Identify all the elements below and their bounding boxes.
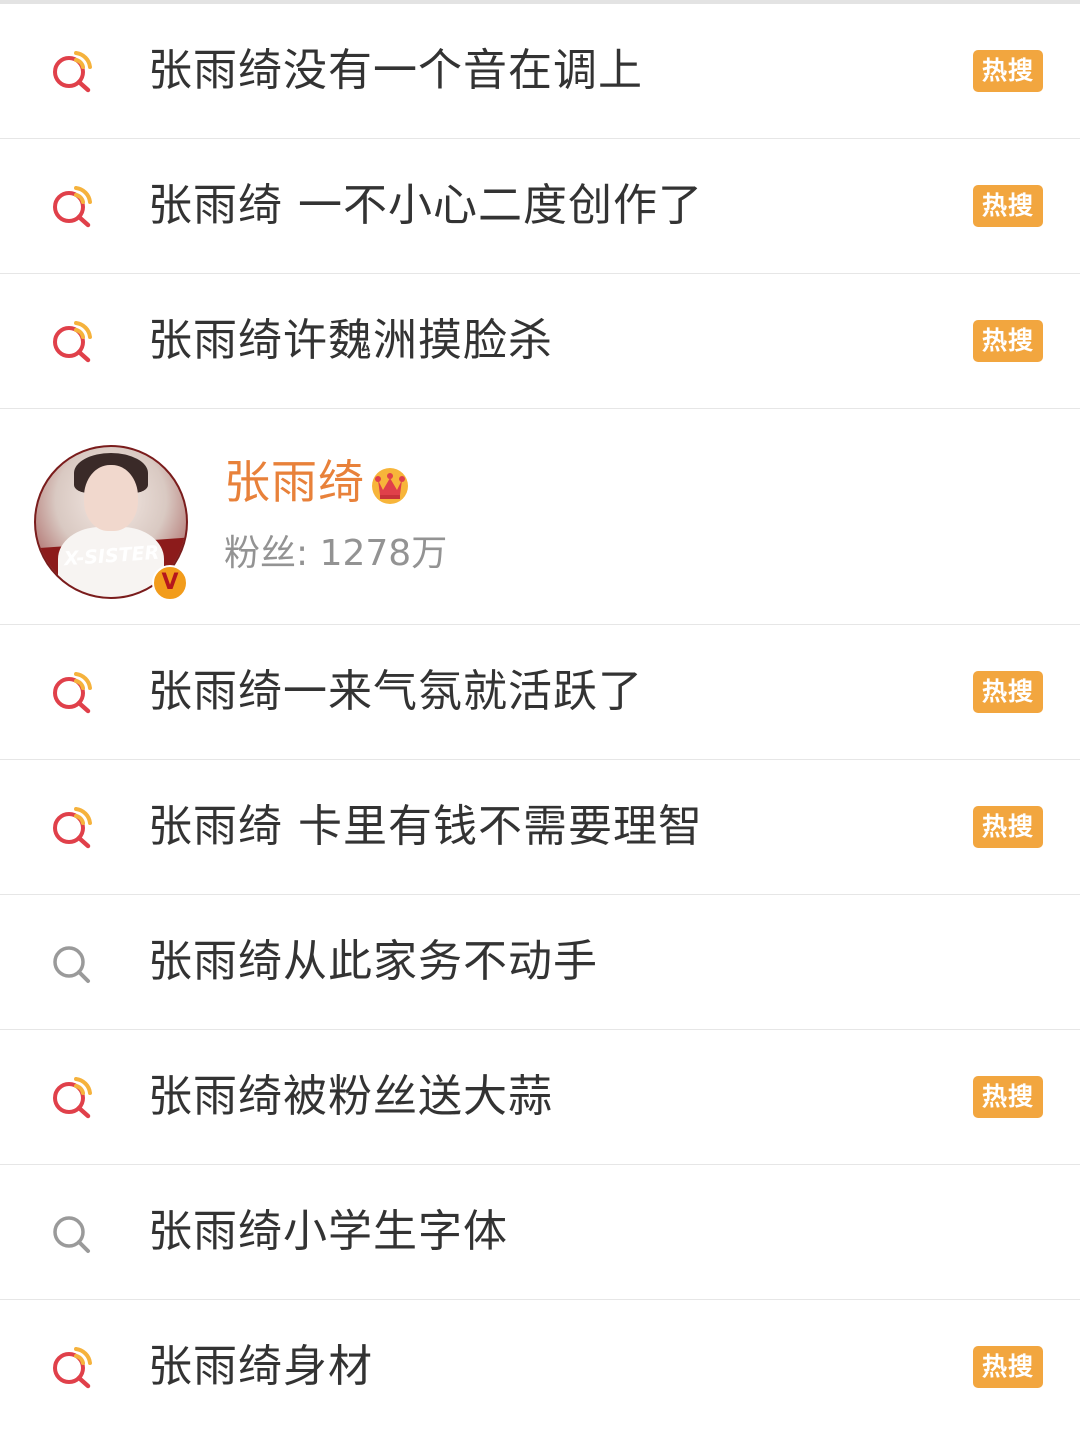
hot-badge: 热搜 bbox=[973, 671, 1043, 713]
crown-icon bbox=[369, 464, 411, 506]
suggestion-text: 张雨绮小学生字体 bbox=[148, 1206, 508, 1257]
suggestion-text: 张雨绮从此家务不动手 bbox=[148, 936, 598, 987]
hot-badge: 热搜 bbox=[973, 806, 1043, 848]
avatar[interactable]: X-SISTER V bbox=[34, 445, 188, 601]
hot-search-icon bbox=[50, 319, 94, 363]
hot-search-icon bbox=[50, 670, 94, 714]
suggestion-row[interactable]: 张雨绮 一不小心二度创作了 热搜 bbox=[0, 139, 1080, 274]
suggestion-row[interactable]: 张雨绮 卡里有钱不需要理智 热搜 bbox=[0, 760, 1080, 895]
suggestion-row[interactable]: 张雨绮许魏洲摸脸杀 热搜 bbox=[0, 274, 1080, 409]
suggestion-text: 张雨绮没有一个音在调上 bbox=[148, 45, 643, 96]
hot-search-icon bbox=[50, 1345, 94, 1389]
search-icon bbox=[50, 940, 94, 984]
avatar-face bbox=[84, 465, 138, 531]
fans-count: 粉丝: 1278万 bbox=[224, 533, 448, 574]
search-icon bbox=[50, 1210, 94, 1254]
hot-badge: 热搜 bbox=[973, 50, 1043, 92]
suggestion-row[interactable]: 张雨绮身材 热搜 bbox=[0, 1300, 1080, 1434]
user-card[interactable]: X-SISTER V 张雨绮 粉丝: 1278万 bbox=[0, 409, 1080, 625]
suggestion-row[interactable]: 张雨绮没有一个音在调上 热搜 bbox=[0, 4, 1080, 139]
hot-badge: 热搜 bbox=[973, 185, 1043, 227]
suggestion-text: 张雨绮 一不小心二度创作了 bbox=[148, 180, 703, 231]
search-suggestion-list: 张雨绮没有一个音在调上 热搜 张雨绮 一不小心二度创作了 热搜 张雨绮许魏洲摸脸… bbox=[0, 4, 1080, 1434]
hot-badge: 热搜 bbox=[973, 1346, 1043, 1388]
hot-search-icon bbox=[50, 49, 94, 93]
hot-search-icon bbox=[50, 184, 94, 228]
suggestion-text: 张雨绮身材 bbox=[148, 1341, 373, 1392]
verified-icon: V bbox=[152, 565, 188, 601]
suggestion-text: 张雨绮一来气氛就活跃了 bbox=[148, 666, 643, 717]
user-name[interactable]: 张雨绮 bbox=[224, 453, 365, 511]
suggestion-row[interactable]: 张雨绮小学生字体 bbox=[0, 1165, 1080, 1300]
hot-badge: 热搜 bbox=[973, 320, 1043, 362]
suggestion-row[interactable]: 张雨绮从此家务不动手 bbox=[0, 895, 1080, 1030]
hot-badge: 热搜 bbox=[973, 1076, 1043, 1118]
hot-search-icon bbox=[50, 805, 94, 849]
suggestion-text: 张雨绮被粉丝送大蒜 bbox=[148, 1071, 553, 1122]
suggestion-text: 张雨绮 卡里有钱不需要理智 bbox=[148, 801, 703, 852]
user-name-line: 张雨绮 bbox=[224, 453, 411, 511]
hot-search-icon bbox=[50, 1075, 94, 1119]
suggestion-row[interactable]: 张雨绮一来气氛就活跃了 热搜 bbox=[0, 625, 1080, 760]
suggestion-row[interactable]: 张雨绮被粉丝送大蒜 热搜 bbox=[0, 1030, 1080, 1165]
suggestion-text: 张雨绮许魏洲摸脸杀 bbox=[148, 315, 553, 366]
